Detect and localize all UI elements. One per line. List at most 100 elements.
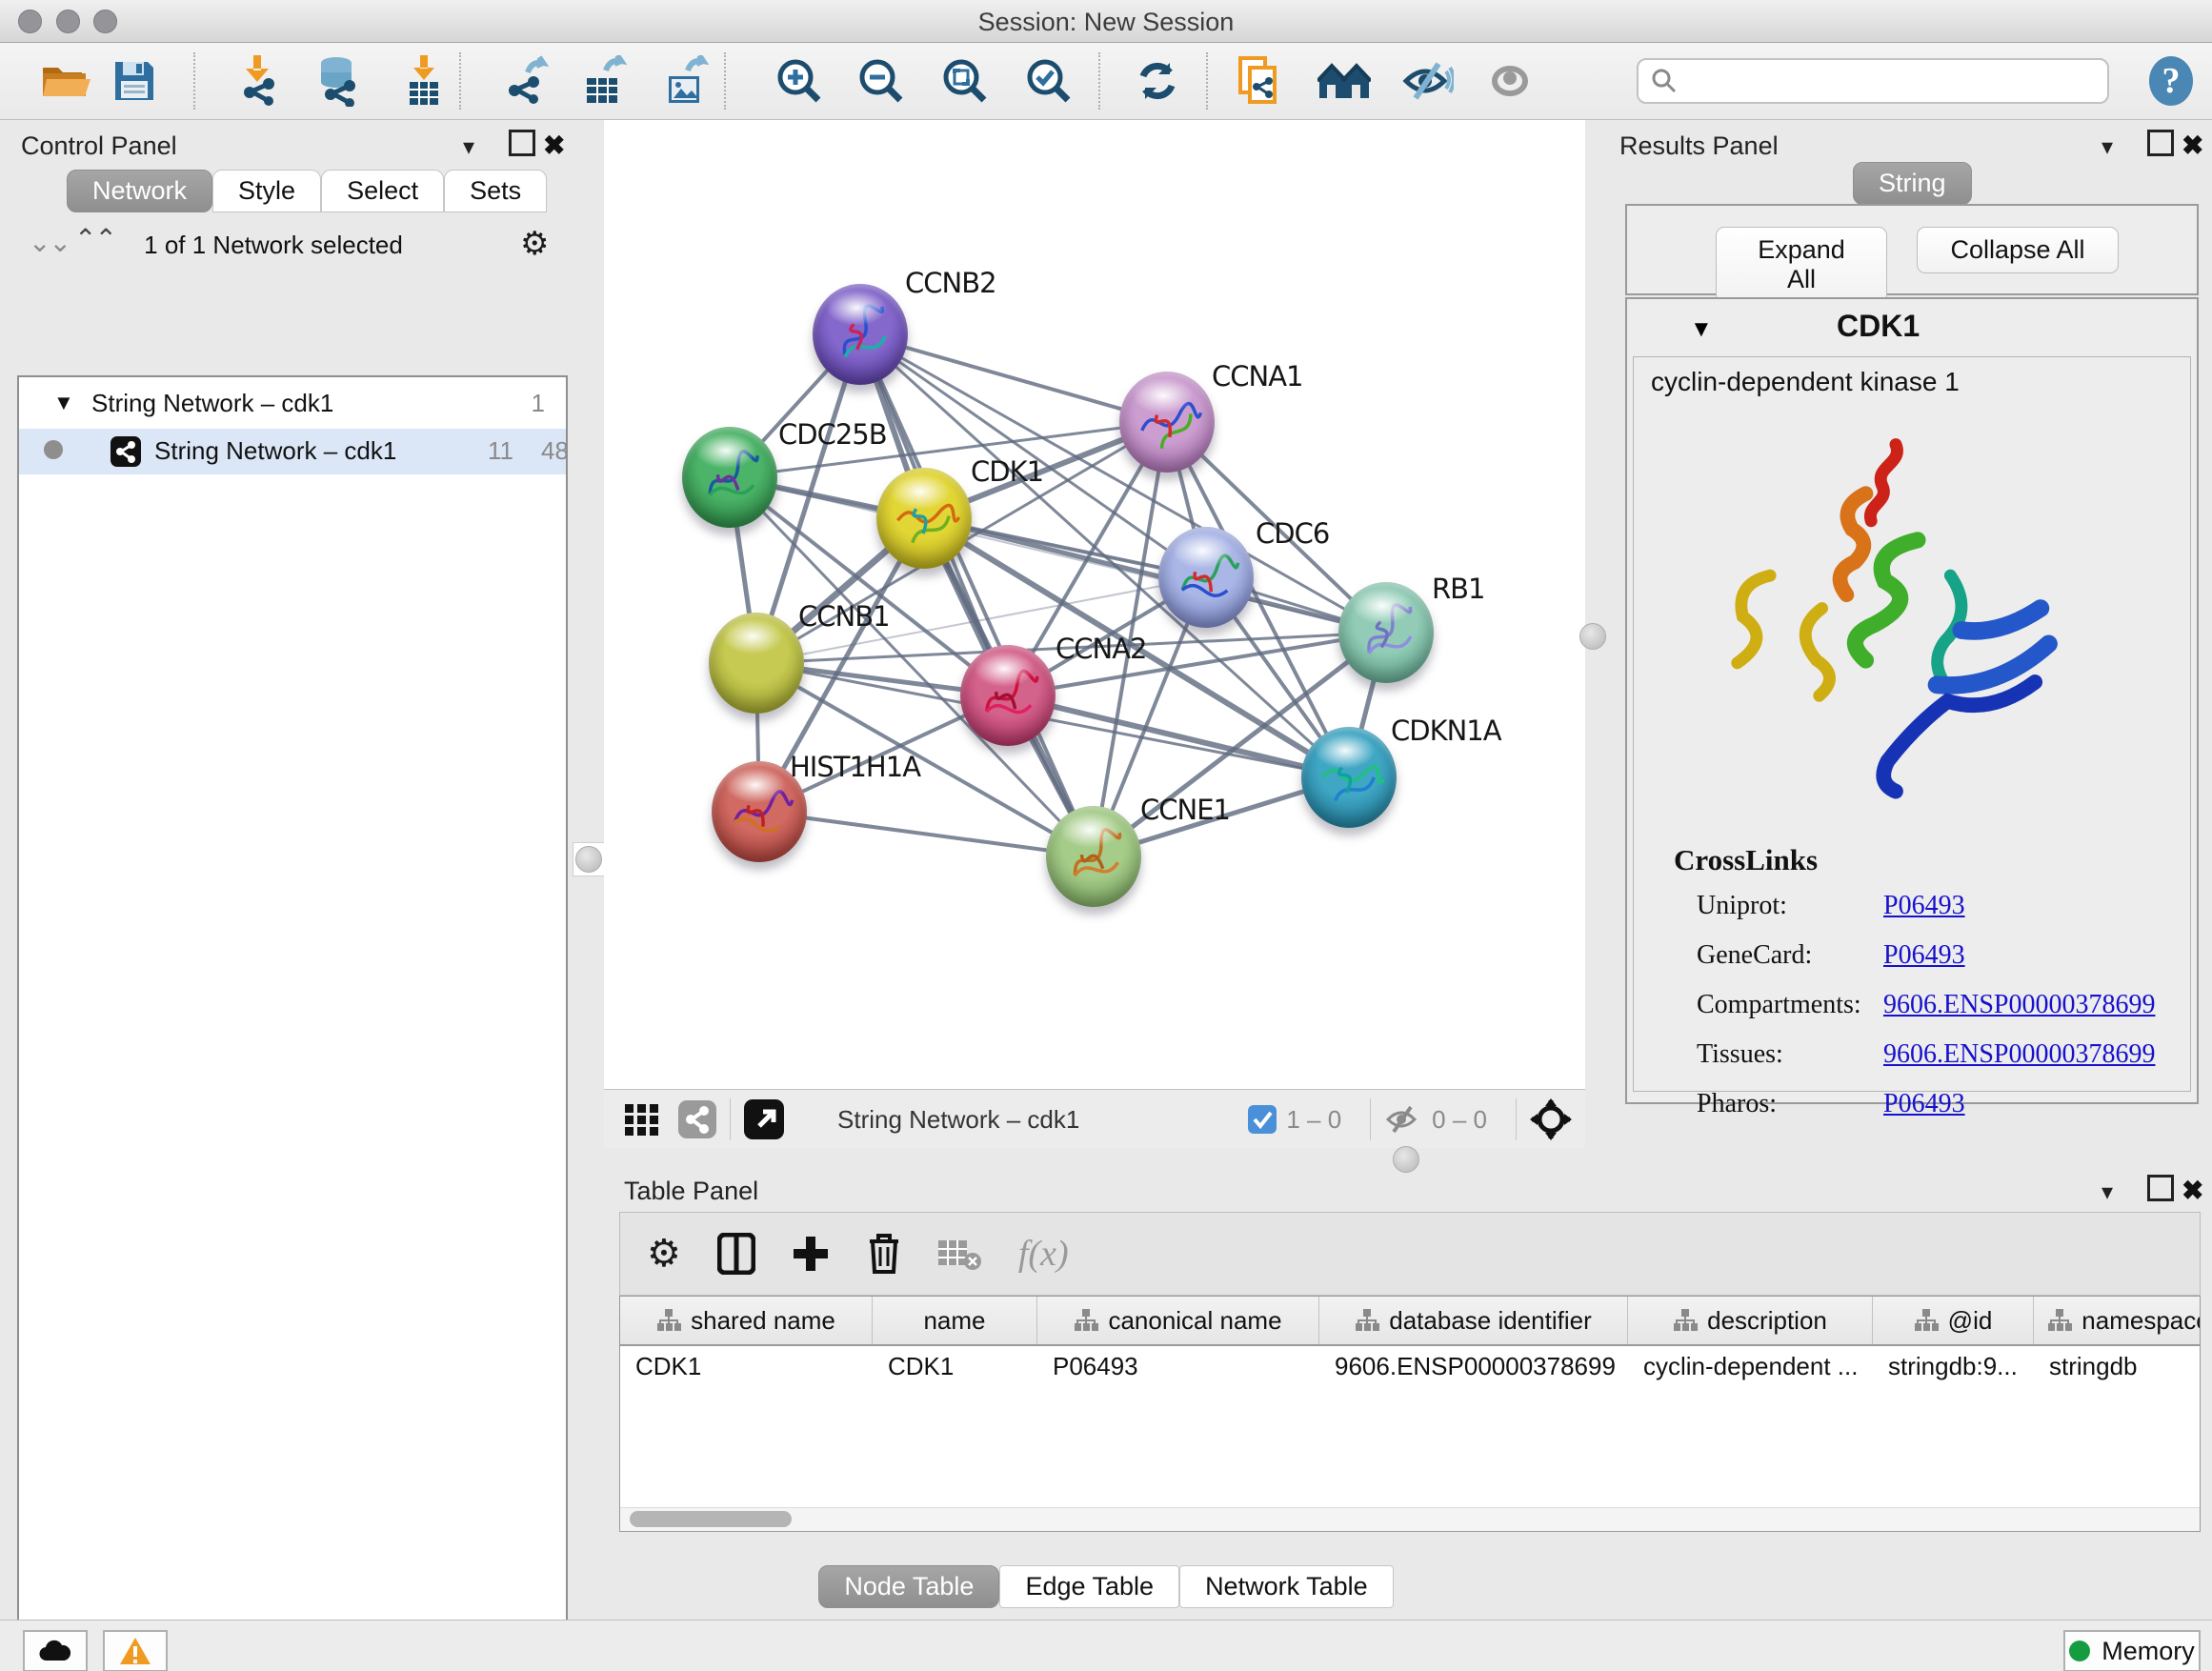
help-button[interactable]: ? <box>2142 54 2201 108</box>
tab-string[interactable]: String <box>1853 162 1972 205</box>
node-gloss <box>826 290 887 326</box>
table-cell[interactable]: stringdb <box>2049 1352 2138 1381</box>
search-input[interactable] <box>1679 67 2082 95</box>
column-header-namespace[interactable]: namespace <box>2034 1297 2201 1344</box>
column-header-shared-name[interactable]: shared name <box>620 1297 873 1344</box>
scrollbar-thumb[interactable] <box>630 1511 792 1527</box>
zoom-out-button[interactable] <box>852 54 911 108</box>
fit-content-crosshair-icon[interactable] <box>1530 1098 1572 1140</box>
crosslink-link[interactable]: P06493 <box>1883 1089 1965 1119</box>
zoom-selected-button[interactable] <box>1019 54 1078 108</box>
results-panel-menu-icon[interactable]: ▾ <box>2101 133 2113 161</box>
delete-trash-icon[interactable] <box>866 1232 902 1276</box>
tab-edge-table[interactable]: Edge Table <box>999 1565 1179 1608</box>
network-collection-row[interactable]: ▼ String Network – cdk1 1 <box>19 385 566 429</box>
hidden-eye-slash-icon[interactable] <box>1384 1105 1422 1134</box>
import-network-from-file-button[interactable] <box>227 54 286 108</box>
network-canvas[interactable]: CCNB2CCNA1CDC25BCDK1CDC6RB1CCNB1CCNA2CDK… <box>604 120 1585 1089</box>
warnings-button[interactable] <box>103 1630 168 1671</box>
show-all-button[interactable] <box>1480 54 1539 108</box>
node-CCNA2[interactable] <box>960 645 1056 746</box>
network-options-gear-icon[interactable]: ⚙ <box>520 225 549 263</box>
hide-selected-button[interactable] <box>1398 54 1458 108</box>
column-header-description[interactable]: description <box>1628 1297 1873 1344</box>
tab-sets[interactable]: Sets <box>444 170 547 212</box>
cloud-button[interactable] <box>23 1630 88 1671</box>
crosslink-link[interactable]: 9606.ENSP00000378699 <box>1883 990 2155 1020</box>
column-header--id[interactable]: @id <box>1873 1297 2034 1344</box>
collapse-all-button[interactable]: Collapse All <box>1917 227 2119 273</box>
results-buttons-box: Expand All Collapse All <box>1625 204 2199 295</box>
add-column-plus-icon[interactable] <box>792 1235 830 1273</box>
collection-collapse-icon[interactable]: ▼ <box>53 391 74 415</box>
tab-network[interactable]: Network <box>67 170 212 212</box>
table-cell[interactable]: stringdb:9... <box>1888 1352 2018 1381</box>
column-header-canonical-name[interactable]: canonical name <box>1037 1297 1319 1344</box>
open-in-window-icon[interactable] <box>744 1099 784 1139</box>
tab-select[interactable]: Select <box>321 170 444 212</box>
edge-HIST1H1A-CCNE1[interactable] <box>759 812 1094 856</box>
control-panel-menu-icon[interactable]: ▾ <box>463 133 474 161</box>
horizontal-splitter[interactable] <box>604 1148 1585 1171</box>
birdseye-grid-icon[interactable] <box>625 1102 659 1137</box>
selected-checkbox-icon[interactable] <box>1248 1105 1277 1134</box>
zoom-in-button[interactable] <box>770 54 829 108</box>
node-CCNB2[interactable] <box>813 284 908 385</box>
zoom-fit-icon <box>940 56 990 106</box>
tab-node-table[interactable]: Node Table <box>818 1565 999 1608</box>
right-splitter[interactable] <box>1585 120 1599 1148</box>
control-panel-float-icon[interactable] <box>509 130 535 156</box>
export-table-button[interactable] <box>575 54 634 108</box>
crosslink-link[interactable]: P06493 <box>1883 891 1965 921</box>
refresh-view-button[interactable] <box>1128 54 1187 108</box>
node-table[interactable]: shared namenamecanonical namedatabase id… <box>619 1296 2201 1532</box>
left-splitter-grip[interactable] <box>573 842 605 876</box>
crosslink-link[interactable]: 9606.ENSP00000378699 <box>1883 1039 2155 1070</box>
crosslink-label: GeneCard: <box>1697 940 1883 971</box>
node-CDC25B[interactable] <box>682 427 777 528</box>
toolbar-search-field[interactable] <box>1637 58 2109 104</box>
left-splitter[interactable] <box>572 120 604 1620</box>
column-header-database-identifier[interactable]: database identifier <box>1319 1297 1628 1344</box>
clone-network-button[interactable] <box>1229 54 1288 108</box>
export-network-button[interactable] <box>495 54 554 108</box>
zoom-fit-button[interactable] <box>935 54 995 108</box>
gene-collapse-icon[interactable]: ▼ <box>1690 316 1713 343</box>
memory-button[interactable]: Memory <box>2063 1630 2201 1671</box>
expand-all-button[interactable]: Expand All <box>1716 227 1887 303</box>
column-header-name[interactable]: name <box>873 1297 1037 1344</box>
crosslink-link[interactable]: P06493 <box>1883 940 1965 971</box>
node-CCNB1[interactable] <box>709 613 804 714</box>
table-panel-menu-icon[interactable]: ▾ <box>2101 1178 2113 1206</box>
show-columns-icon[interactable] <box>717 1233 755 1275</box>
table-panel-float-icon[interactable] <box>2147 1175 2174 1201</box>
import-table-from-file-button[interactable] <box>394 54 453 108</box>
tab-style[interactable]: Style <box>212 170 321 212</box>
export-image-button[interactable] <box>657 54 716 108</box>
first-neighbors-button[interactable] <box>1315 54 1374 108</box>
string-panel-toggle-icon[interactable] <box>678 1100 716 1138</box>
node-CDC6[interactable] <box>1158 527 1254 628</box>
tab-network-table[interactable]: Network Table <box>1179 1565 1394 1608</box>
node-CCNE1[interactable] <box>1046 806 1141 907</box>
horizontal-splitter-grip[interactable] <box>1393 1146 1419 1173</box>
table-panel-close-icon[interactable]: ✖ <box>2182 1175 2203 1206</box>
save-session-button[interactable] <box>105 54 164 108</box>
table-horizontal-scrollbar[interactable] <box>620 1507 2200 1531</box>
table-cell[interactable]: 9606.ENSP00000378699 <box>1335 1352 1616 1381</box>
results-panel-float-icon[interactable] <box>2147 130 2174 156</box>
results-panel-close-icon[interactable]: ✖ <box>2182 130 2203 161</box>
table-settings-gear-icon[interactable]: ⚙ <box>647 1232 681 1276</box>
table-cell[interactable]: CDK1 <box>635 1352 701 1381</box>
table-cell[interactable]: cyclin-dependent ... <box>1643 1352 1858 1381</box>
import-network-from-database-button[interactable] <box>307 54 366 108</box>
node-CDKN1A[interactable] <box>1301 727 1397 828</box>
open-session-button[interactable] <box>36 54 95 108</box>
node-RB1[interactable] <box>1338 582 1434 683</box>
table-cell[interactable]: P06493 <box>1053 1352 1138 1381</box>
node-CDK1[interactable] <box>876 468 972 569</box>
network-row-selected[interactable]: String Network – cdk1 11 48 <box>19 429 566 474</box>
node-CCNA1[interactable] <box>1119 372 1215 473</box>
control-panel-close-icon[interactable]: ✖ <box>543 130 565 161</box>
table-cell[interactable]: CDK1 <box>888 1352 954 1381</box>
